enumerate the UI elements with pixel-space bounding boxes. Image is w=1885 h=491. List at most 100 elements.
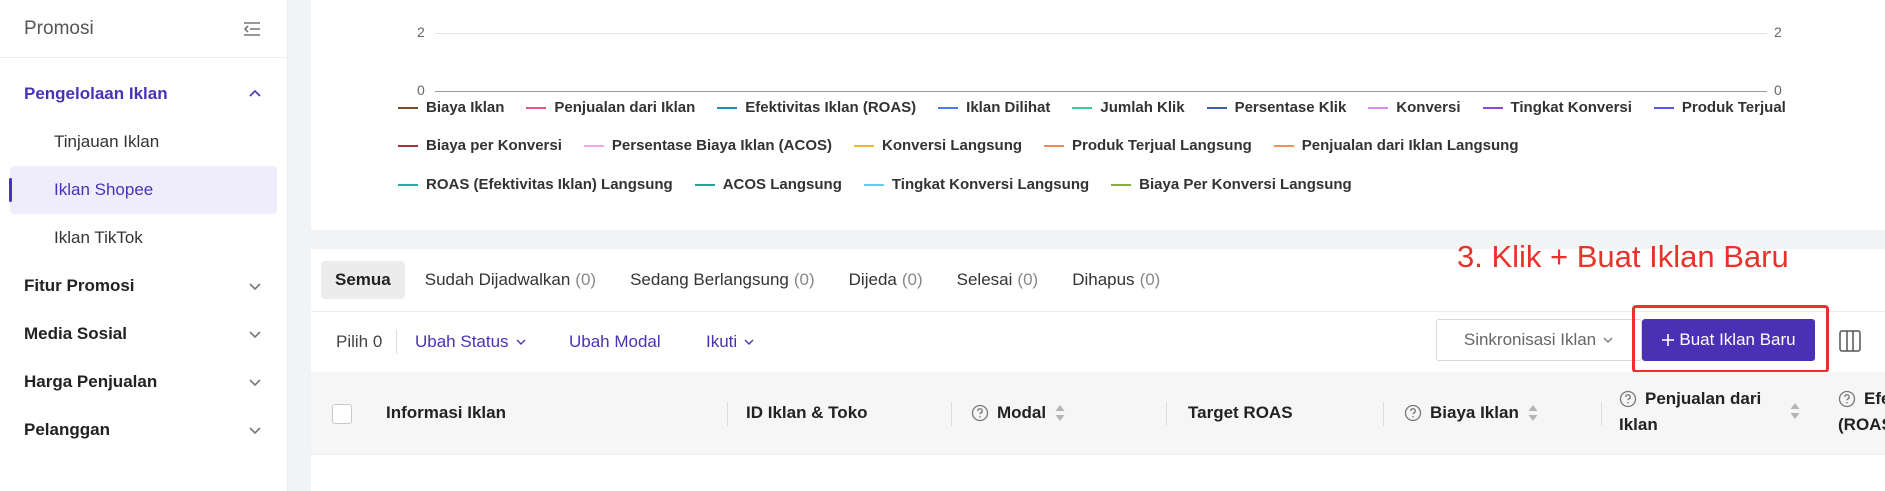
- help-icon[interactable]: [1838, 390, 1856, 408]
- change-budget-button[interactable]: Ubah Modal: [569, 332, 661, 352]
- legend-item[interactable]: Konversi: [1368, 99, 1461, 116]
- sort-icon[interactable]: [1054, 403, 1066, 423]
- column-label: Informasi Iklan: [386, 403, 506, 422]
- legend-item[interactable]: Persentase Biaya Iklan (ACOS): [583, 137, 832, 154]
- sync-ads-dropdown[interactable]: Sinkronisasi Iklan: [1436, 319, 1642, 361]
- tab-count: (0): [575, 270, 597, 289]
- collapse-menu-icon[interactable]: [241, 18, 263, 40]
- column-label: Penjualan dari: [1645, 389, 1762, 408]
- legend-item[interactable]: ACOS Langsung: [694, 176, 842, 193]
- legend-item[interactable]: Jumlah Klik: [1072, 99, 1185, 116]
- legend-label: Biaya per Konversi: [426, 137, 562, 154]
- sidebar-group-pelanggan[interactable]: Pelanggan: [0, 406, 287, 454]
- tab-sudah-dijadwalkan[interactable]: Sudah Dijadwalkan (0): [411, 261, 610, 299]
- legend-item[interactable]: Biaya Per Konversi Langsung: [1111, 176, 1352, 193]
- legend-item[interactable]: ROAS (Efektivitas Iklan) Langsung: [398, 176, 673, 193]
- tab-count: (0): [1017, 270, 1039, 289]
- sidebar-group-label: Media Sosial: [24, 324, 127, 343]
- legend-label: Jumlah Klik: [1100, 99, 1185, 116]
- sort-icon[interactable]: [1789, 401, 1801, 421]
- legend-label: Penjualan dari Iklan Langsung: [1301, 137, 1519, 154]
- performance-chart: 2 0 2 0 Biaya Iklan Penjualan dari Iklan E…: [311, 0, 1885, 230]
- sidebar-group-label: Harga Penjualan: [24, 372, 158, 391]
- legend-label: Penjualan dari Iklan: [554, 99, 696, 116]
- sidebar-group-pengelolaan-iklan[interactable]: Pengelolaan Iklan: [0, 70, 287, 118]
- column-header-ad-effectiveness[interactable]: Efe (ROAS: [1838, 389, 1885, 435]
- chevron-up-icon: [249, 89, 261, 97]
- column-header-modal[interactable]: Modal: [971, 403, 1066, 423]
- legend-label: ACOS Langsung: [722, 176, 842, 193]
- tab-label: Sedang Berlangsung: [630, 270, 789, 289]
- help-icon[interactable]: [1619, 390, 1637, 408]
- legend-swatch: [717, 106, 738, 109]
- x-axis-line: [435, 91, 1767, 92]
- left-axis-tick-bottom: 0: [417, 82, 425, 98]
- tab-count: (0): [1139, 270, 1161, 289]
- legend-label: Konversi Langsung: [882, 137, 1023, 154]
- legend-item[interactable]: Konversi Langsung: [854, 137, 1022, 154]
- column-label: (ROAS: [1838, 415, 1885, 434]
- columns-icon[interactable]: [1838, 329, 1862, 353]
- legend-swatch: [398, 144, 418, 147]
- legend-swatch: [1368, 106, 1389, 109]
- sort-icon[interactable]: [1527, 403, 1539, 423]
- left-axis-tick-top: 2: [417, 24, 425, 40]
- sidebar-item-iklan-shopee[interactable]: Iklan Shopee: [9, 166, 277, 214]
- legend-item[interactable]: Penjualan dari Iklan Langsung: [1273, 137, 1519, 154]
- legend-item[interactable]: Persentase Klik: [1206, 99, 1346, 116]
- legend-label: Persentase Biaya Iklan (ACOS): [611, 137, 832, 154]
- legend-swatch: [1072, 106, 1093, 109]
- column-header-ad-cost[interactable]: Biaya Iklan: [1404, 403, 1539, 423]
- legend-item[interactable]: Tingkat Konversi: [1482, 99, 1632, 116]
- right-axis-tick-bottom: 0: [1774, 82, 1782, 98]
- legend-swatch: [1273, 144, 1294, 147]
- column-separator: [1166, 402, 1167, 426]
- create-new-ad-button[interactable]: Buat Iklan Baru: [1642, 319, 1815, 361]
- legend-item[interactable]: Produk Terjual Langsung: [1044, 137, 1252, 154]
- column-header-ad-sales[interactable]: Penjualan dari Iklan: [1619, 389, 1801, 435]
- select-all-checkbox[interactable]: [332, 404, 352, 424]
- tab-selesai[interactable]: Selesai (0): [943, 261, 1053, 299]
- sidebar-item-label: Iklan TikTok: [54, 228, 143, 247]
- column-label: ID Iklan & Toko: [746, 403, 868, 422]
- tab-semua[interactable]: Semua: [321, 261, 405, 299]
- help-icon[interactable]: [971, 404, 989, 422]
- sidebar-title: Promosi: [24, 17, 94, 39]
- sidebar-group-media-sosial[interactable]: Media Sosial: [0, 310, 287, 358]
- legend-swatch: [1111, 183, 1132, 186]
- tab-sedang-berlangsung[interactable]: Sedang Berlangsung (0): [616, 261, 829, 299]
- grid-line: [435, 33, 1767, 34]
- legend-item[interactable]: Iklan Dilihat: [938, 99, 1050, 116]
- sync-ads-label: Sinkronisasi Iklan: [1463, 330, 1597, 349]
- column-header-target-roas: Target ROAS: [1188, 403, 1293, 423]
- legend-swatch: [694, 183, 715, 186]
- sidebar-item-iklan-tiktok[interactable]: Iklan TikTok: [10, 214, 277, 262]
- legend-item[interactable]: Penjualan dari Iklan: [526, 99, 695, 116]
- legend-item[interactable]: Biaya per Konversi: [398, 137, 562, 154]
- column-separator: [951, 402, 952, 426]
- sidebar-group-harga-penjualan[interactable]: Harga Penjualan: [0, 358, 287, 406]
- tab-dihapus[interactable]: Dihapus (0): [1058, 261, 1174, 299]
- chevron-down-icon: [249, 283, 261, 291]
- legend-item[interactable]: Tingkat Konversi Langsung: [863, 176, 1089, 193]
- help-icon[interactable]: [1404, 404, 1422, 422]
- follow-dropdown[interactable]: Ikuti: [706, 332, 755, 352]
- sidebar-group-label: Pelanggan: [24, 420, 110, 439]
- tab-dijeda[interactable]: Dijeda (0): [835, 261, 937, 299]
- change-status-label: Ubah Status: [415, 332, 509, 351]
- create-new-ad-label: Buat Iklan Baru: [1679, 330, 1796, 349]
- sidebar-group-fitur-promosi[interactable]: Fitur Promosi: [0, 262, 287, 310]
- legend-item[interactable]: Produk Terjual: [1653, 99, 1786, 116]
- divider: [396, 330, 397, 354]
- sidebar-item-tinjauan-iklan[interactable]: Tinjauan Iklan: [10, 118, 277, 166]
- legend-item[interactable]: Biaya Iklan: [398, 99, 504, 116]
- legend-swatch: [398, 106, 418, 109]
- chevron-down-icon: [516, 339, 526, 345]
- change-status-dropdown[interactable]: Ubah Status: [415, 332, 527, 352]
- tab-label: Dihapus: [1072, 270, 1135, 289]
- legend-swatch: [1482, 106, 1503, 109]
- follow-label: Ikuti: [706, 332, 738, 351]
- selected-count: Pilih 0: [336, 332, 383, 351]
- legend-swatch: [854, 144, 874, 147]
- legend-item[interactable]: Efektivitas Iklan (ROAS): [717, 99, 916, 116]
